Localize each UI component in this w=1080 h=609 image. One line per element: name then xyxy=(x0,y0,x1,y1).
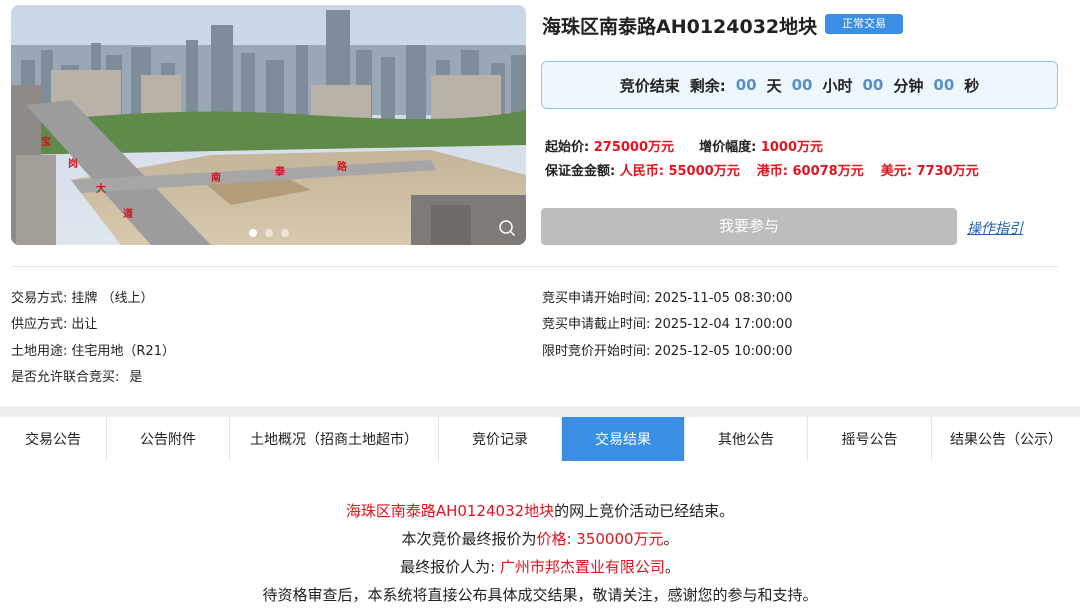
usd-value: 7730万元 xyxy=(916,164,979,179)
result-winner-name: 广州市邦杰置业有限公司 xyxy=(499,558,665,576)
info-label: 竞买申请开始时间: xyxy=(542,291,651,306)
road-label-char: 宝 xyxy=(41,135,51,148)
countdown-seconds-unit: 秒 xyxy=(964,76,980,95)
start-price-label: 起始价: xyxy=(545,140,590,155)
tab-result-publicity[interactable]: 结果公告（公示） xyxy=(932,417,1080,461)
divider xyxy=(11,266,1058,267)
land-photo-carousel[interactable]: 宝 岗 大 道 南 泰 路 xyxy=(11,5,526,245)
countdown-remaining-label: 剩余: xyxy=(689,76,726,95)
page-title: 海珠区南泰路AH0124032地块 xyxy=(542,16,818,38)
countdown-days-unit: 天 xyxy=(766,76,782,95)
road-label-char: 南 xyxy=(211,171,221,184)
countdown-seconds: 00 xyxy=(933,76,955,94)
increment-label: 增价幅度: xyxy=(699,140,757,155)
tab-bar: 交易公告 公告附件 土地概况（招商土地超市） 竞价记录 交易结果 其他公告 摇号… xyxy=(0,417,1080,461)
countdown-minutes: 00 xyxy=(862,76,884,94)
info-value: 2025-11-05 08:30:00 xyxy=(654,291,793,306)
info-label: 交易方式: xyxy=(11,291,68,306)
result-final-price: 价格: 350000万元 xyxy=(536,530,664,548)
road-label-char: 岗 xyxy=(68,157,78,170)
info-apply-start: 竞买申请开始时间: 2025-11-05 08:30:00 xyxy=(542,287,792,306)
info-label: 供应方式: xyxy=(11,317,68,332)
info-joint-bid: 是否允许联合竞买: 是 xyxy=(11,366,142,385)
road-label-char: 路 xyxy=(337,160,348,173)
countdown-hours: 00 xyxy=(791,76,813,94)
info-label: 限时竞价开始时间: xyxy=(542,344,651,359)
road-label-char: 大 xyxy=(96,182,106,195)
zoom-icon[interactable] xyxy=(498,219,516,237)
price-row-start: 起始价: 275000万元 增价幅度: 1000万元 xyxy=(545,136,823,155)
carousel-dot[interactable] xyxy=(248,229,257,237)
info-value: 住宅用地（R21） xyxy=(71,344,175,359)
status-badge: 正常交易 xyxy=(825,14,903,34)
info-label: 是否允许联合竞买: xyxy=(11,370,120,385)
info-supply-method: 供应方式: 出让 xyxy=(11,313,97,332)
result-line-2: 本次竞价最终报价为价格: 350000万元。 xyxy=(0,525,1080,553)
carousel-dot[interactable] xyxy=(264,229,273,237)
tab-other-notices[interactable]: 其他公告 xyxy=(685,417,808,461)
road-label-char: 泰 xyxy=(274,165,286,178)
operation-guide-link[interactable]: 操作指引 xyxy=(967,218,1023,238)
deposit-label: 保证金金额: xyxy=(545,164,616,179)
start-price-value: 275000万元 xyxy=(593,140,675,155)
carousel-dot[interactable] xyxy=(280,229,289,237)
result-line-text: 最终报价人为: xyxy=(400,558,500,576)
countdown-hours-unit: 小时 xyxy=(822,76,853,95)
info-land-use: 土地用途: 住宅用地（R21） xyxy=(11,340,175,359)
countdown-days: 00 xyxy=(735,76,757,94)
tab-bid-records[interactable]: 竞价记录 xyxy=(439,417,562,461)
rmb-value: 55000万元 xyxy=(668,164,740,179)
increment-value: 1000万元 xyxy=(760,140,823,155)
result-line-1: 海珠区南泰路AH0124032地块的网上竞价活动已经结束。 xyxy=(0,497,1080,525)
trade-result-panel: 海珠区南泰路AH0124032地块的网上竞价活动已经结束。 本次竞价最终报价为价… xyxy=(0,497,1080,609)
result-line-text: 本次竞价最终报价为 xyxy=(401,530,537,548)
info-value: 挂牌 （线上） xyxy=(71,291,154,306)
result-line-4: 待资格审查后，本系统将直接公布具体成交结果，敬请关注，感谢您的参与和支持。 xyxy=(262,586,818,604)
rmb-label: 人民币: xyxy=(619,164,664,179)
countdown-box: 竞价结束 剩余: 00 天 00 小时 00 分钟 00 秒 xyxy=(541,61,1058,109)
info-label: 土地用途: xyxy=(11,344,68,359)
info-value: 是 xyxy=(129,370,143,385)
tab-notice-attachments[interactable]: 公告附件 xyxy=(107,417,230,461)
result-line-text: 的网上竞价活动已经结束。 xyxy=(554,502,735,520)
tab-trade-notice[interactable]: 交易公告 xyxy=(0,417,107,461)
carousel-dots xyxy=(11,229,526,237)
result-line-text: 。 xyxy=(664,558,680,576)
info-value: 2025-12-05 10:00:00 xyxy=(654,344,793,359)
tab-trade-result[interactable]: 交易结果 xyxy=(562,417,685,461)
countdown-minutes-unit: 分钟 xyxy=(893,76,924,95)
tab-lottery-notice[interactable]: 摇号公告 xyxy=(808,417,932,461)
price-row-deposit: 保证金金额: 人民币: 55000万元 港币: 60078万元 美元: 7730… xyxy=(545,160,979,179)
info-trade-method: 交易方式: 挂牌 （线上） xyxy=(11,287,154,306)
info-value: 2025-12-04 17:00:00 xyxy=(654,317,793,332)
section-separator xyxy=(0,406,1080,417)
join-button[interactable]: 我要参与 xyxy=(541,208,957,245)
info-bid-start: 限时竞价开始时间: 2025-12-05 10:00:00 xyxy=(542,340,792,359)
info-apply-deadline: 竞买申请截止时间: 2025-12-04 17:00:00 xyxy=(542,313,792,332)
result-line-text: 。 xyxy=(663,530,679,548)
hkd-value: 60078万元 xyxy=(792,164,864,179)
road-label-char: 道 xyxy=(123,207,133,220)
usd-label: 美元: xyxy=(880,164,912,179)
hkd-label: 港币: xyxy=(756,164,788,179)
countdown-label: 竞价结束 xyxy=(619,76,680,95)
info-value: 出让 xyxy=(71,317,98,332)
result-parcel-name: 海珠区南泰路AH0124032地块 xyxy=(345,502,555,520)
aerial-photo: 宝 岗 大 道 南 泰 路 xyxy=(11,5,526,245)
tab-land-overview[interactable]: 土地概况（招商土地超市） xyxy=(230,417,439,461)
info-label: 竞买申请截止时间: xyxy=(542,317,651,332)
result-line-3: 最终报价人为: 广州市邦杰置业有限公司。 xyxy=(0,553,1080,581)
